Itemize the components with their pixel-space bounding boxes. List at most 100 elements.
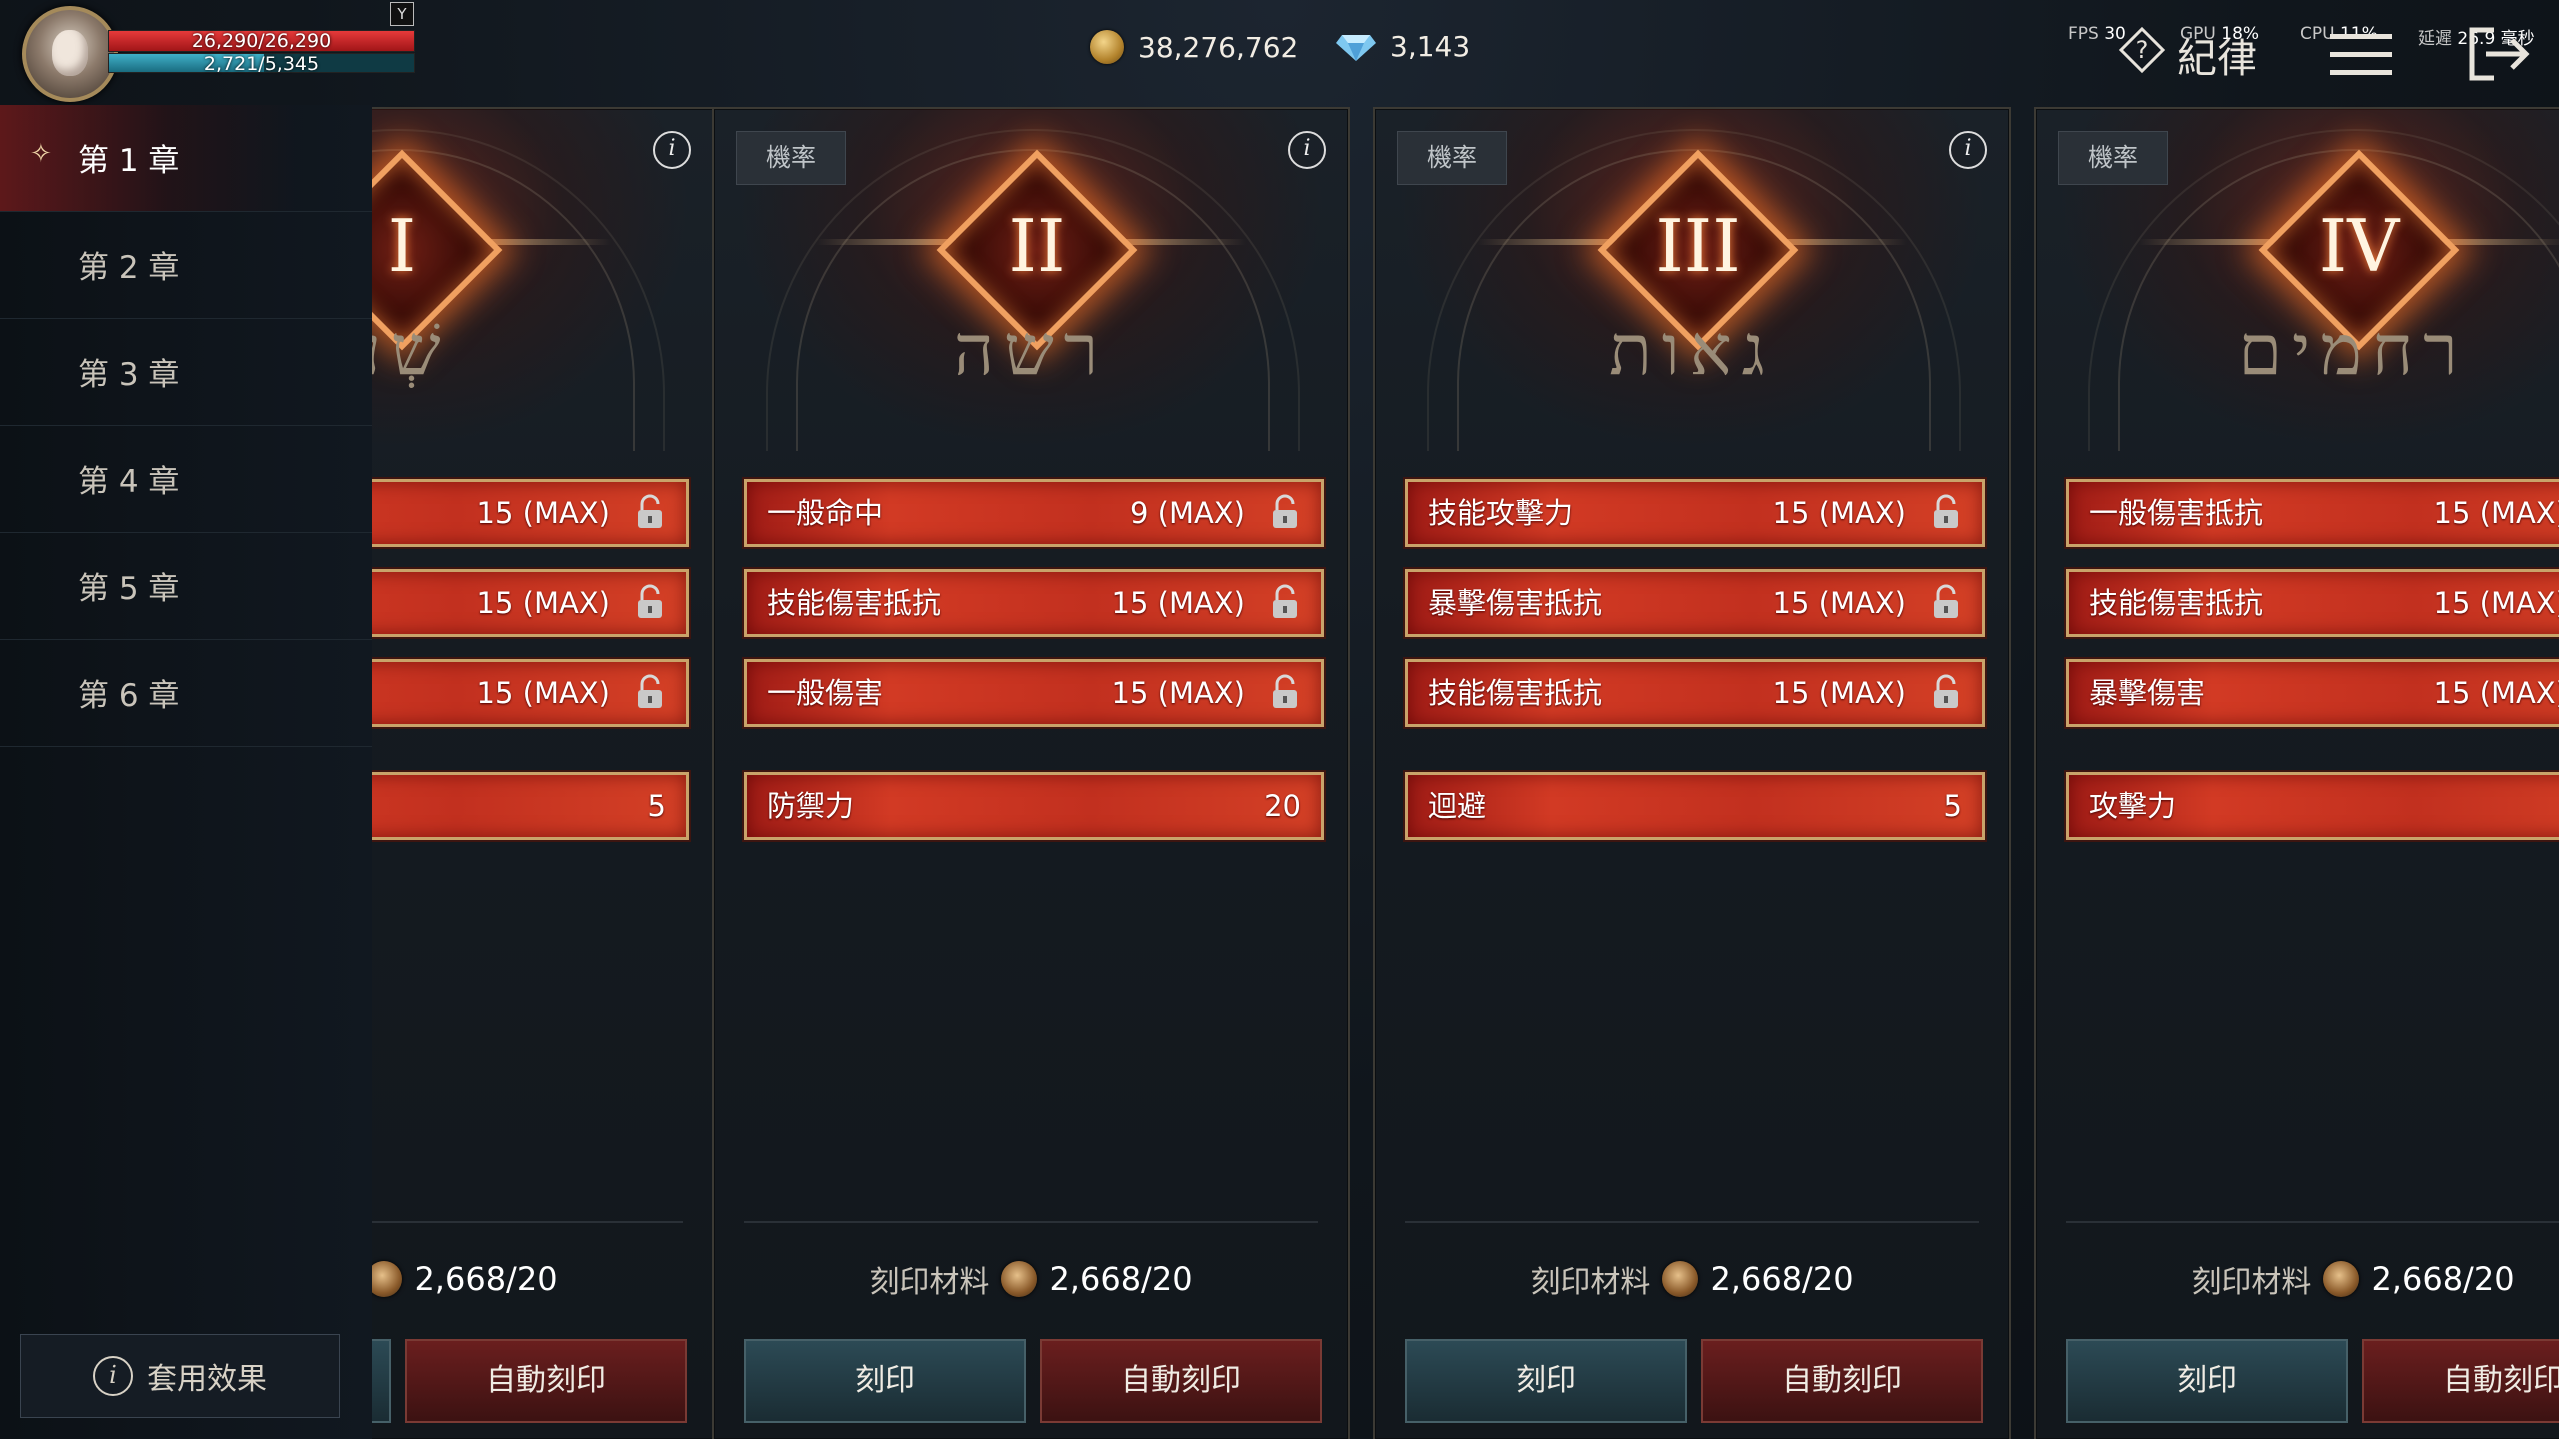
selected-star-icon: ✧ bbox=[30, 139, 52, 169]
stat-name: 技能傷害抵抗 bbox=[1428, 676, 1603, 710]
svg-text:?: ? bbox=[2136, 36, 2149, 64]
top-bar: 26,290/26,290 2,721/5,345 Y 38,276,762 3… bbox=[0, 0, 2559, 105]
seal-word: גאות bbox=[1609, 309, 1775, 391]
stat-name: 一般傷害抵抗 bbox=[2089, 496, 2264, 530]
divider bbox=[2066, 1221, 2559, 1223]
chronicle-label[interactable]: 紀律 bbox=[2177, 26, 2257, 84]
stat-value: 15 (MAX) bbox=[2433, 496, 2559, 530]
chapter-label: 第 2 章 bbox=[78, 250, 180, 286]
engrave-button[interactable]: 刻印 bbox=[372, 1339, 391, 1423]
stat-value: 15 (MAX) bbox=[476, 586, 610, 620]
engrave-button[interactable]: 刻印 bbox=[2066, 1339, 2348, 1423]
bonus-stat-row: 5 bbox=[372, 772, 689, 840]
info-icon[interactable]: i bbox=[1949, 131, 1987, 169]
bonus-stat-row: 攻擊力 bbox=[2066, 772, 2559, 840]
stat-row: 一般傷害 15 (MAX) bbox=[744, 659, 1324, 727]
seal-numeral: III bbox=[1655, 204, 1741, 288]
seal-word: שְׁעָ bbox=[372, 309, 451, 391]
divider bbox=[744, 1221, 1318, 1223]
stat-row: 暴擊傷害 15 (MAX) bbox=[2066, 659, 2559, 727]
hp-text: 26,290/26,290 bbox=[191, 30, 332, 52]
seal-emblem: I שְׁעָ bbox=[372, 109, 691, 451]
gold-amount: 38,276,762 bbox=[1138, 30, 1299, 64]
unlock-icon[interactable] bbox=[636, 494, 664, 530]
info-icon: i bbox=[93, 1356, 133, 1396]
seal-card-3: III גאות 機率 i 技能攻擊力 15 (MAX) 暴擊傷害抵抗 15 (… bbox=[1373, 107, 2011, 1439]
material-icon bbox=[1001, 1261, 1038, 1297]
stat-name: 技能攻擊力 bbox=[1428, 496, 1574, 530]
gold-display: 38,276,762 bbox=[1090, 30, 1298, 64]
unlock-icon[interactable] bbox=[1932, 494, 1960, 530]
exit-icon bbox=[2469, 27, 2530, 81]
stat-value: 15 (MAX) bbox=[476, 676, 610, 710]
unlock-icon[interactable] bbox=[636, 674, 664, 710]
chapter-label: 第 4 章 bbox=[78, 464, 180, 500]
material-count: 2,668/20 bbox=[414, 1260, 558, 1298]
stat-row: 技能傷害抵抗 15 (MAX) bbox=[2066, 569, 2559, 637]
probability-tag[interactable]: 機率 bbox=[1397, 131, 1507, 185]
chronicle-button[interactable]: ? bbox=[2118, 26, 2166, 78]
chapter-item-5[interactable]: 第 5 章 bbox=[0, 533, 372, 640]
chapter-item-2[interactable]: 第 2 章 bbox=[0, 212, 372, 319]
avatar-portrait bbox=[52, 30, 88, 76]
stat-value: 15 (MAX) bbox=[2433, 586, 2559, 620]
stat-value: 5 bbox=[1943, 789, 1962, 823]
menu-button[interactable] bbox=[2330, 32, 2392, 82]
seal-card-1: I שְׁעָ i 15 (MAX) 15 (MAX) 15 (MAX) 5 刻… bbox=[372, 107, 715, 1439]
hp-bar: 26,290/26,290 bbox=[108, 30, 415, 52]
gold-coin-icon bbox=[1090, 30, 1124, 64]
auto-engrave-button[interactable]: 自動刻印 bbox=[1040, 1339, 1322, 1423]
unlock-icon[interactable] bbox=[1271, 494, 1299, 530]
engrave-button[interactable]: 刻印 bbox=[1405, 1339, 1687, 1423]
probability-tag[interactable]: 機率 bbox=[2058, 131, 2168, 185]
unlock-icon[interactable] bbox=[1271, 584, 1299, 620]
fps-label: FPS bbox=[2068, 24, 2099, 44]
stat-row: 一般傷害抵抗 15 (MAX) bbox=[2066, 479, 2559, 547]
mp-text: 2,721/5,345 bbox=[203, 53, 320, 75]
stat-value: 15 (MAX) bbox=[1111, 676, 1245, 710]
info-icon[interactable]: i bbox=[1288, 131, 1326, 169]
stat-row: 技能攻擊力 15 (MAX) bbox=[1405, 479, 1985, 547]
engrave-button[interactable]: 刻印 bbox=[744, 1339, 1026, 1423]
apply-effect-button[interactable]: i 套用效果 bbox=[20, 1334, 340, 1418]
stat-name: 一般命中 bbox=[767, 496, 884, 530]
diamond-display: 3,143 bbox=[1336, 30, 1470, 63]
material-count: 2,668/20 bbox=[1049, 1260, 1193, 1298]
stat-value: 20 bbox=[1264, 789, 1301, 823]
auto-engrave-button[interactable]: 自動刻印 bbox=[405, 1339, 687, 1423]
unlock-icon[interactable] bbox=[636, 584, 664, 620]
unlock-icon[interactable] bbox=[1932, 584, 1960, 620]
stat-row: 15 (MAX) bbox=[372, 659, 689, 727]
player-avatar[interactable] bbox=[22, 6, 118, 102]
unlock-icon[interactable] bbox=[1271, 674, 1299, 710]
hotkey-badge: Y bbox=[390, 2, 414, 26]
chapter-item-6[interactable]: 第 6 章 bbox=[0, 640, 372, 747]
chapter-label: 第 5 章 bbox=[78, 571, 180, 607]
seal-card-4: IV רחמים 機率 一般傷害抵抗 15 (MAX) 技能傷害抵抗 15 (M… bbox=[2034, 107, 2559, 1439]
chapter-item-4[interactable]: 第 4 章 bbox=[0, 426, 372, 533]
stat-name: 技能傷害抵抗 bbox=[767, 586, 942, 620]
material-icon bbox=[1662, 1261, 1699, 1297]
material-label: 刻印材料 bbox=[869, 1265, 990, 1300]
seal-word: רחמים bbox=[2238, 309, 2468, 391]
auto-engrave-button[interactable]: 自動刻印 bbox=[1701, 1339, 1983, 1423]
stat-name: 攻擊力 bbox=[2089, 789, 2177, 823]
stat-row: 暴擊傷害抵抗 15 (MAX) bbox=[1405, 569, 1985, 637]
exit-button[interactable] bbox=[2468, 26, 2534, 86]
divider bbox=[372, 1221, 683, 1223]
seal-numeral: I bbox=[387, 204, 417, 288]
info-icon[interactable]: i bbox=[653, 131, 691, 169]
chapter-item-1[interactable]: ✧ 第 1 章 bbox=[0, 105, 372, 212]
unlock-icon[interactable] bbox=[1932, 674, 1960, 710]
question-diamond-icon: ? bbox=[2118, 26, 2166, 74]
stat-name: 迴避 bbox=[1428, 789, 1487, 823]
chapter-item-3[interactable]: 第 3 章 bbox=[0, 319, 372, 426]
latency-label: 延遲 bbox=[2418, 29, 2452, 49]
probability-tag[interactable]: 機率 bbox=[736, 131, 846, 185]
auto-engrave-button[interactable]: 自動刻印 bbox=[2362, 1339, 2559, 1423]
seal-numeral: II bbox=[1008, 204, 1066, 288]
material-cost: 刻印材料 2,668/20 bbox=[2036, 1257, 2559, 1301]
stat-value: 15 (MAX) bbox=[1772, 496, 1906, 530]
bonus-stat-row: 迴避 5 bbox=[1405, 772, 1985, 840]
chapter-sidebar: ✧ 第 1 章 第 2 章 第 3 章 第 4 章 第 5 章 第 6 章 bbox=[0, 105, 372, 1439]
